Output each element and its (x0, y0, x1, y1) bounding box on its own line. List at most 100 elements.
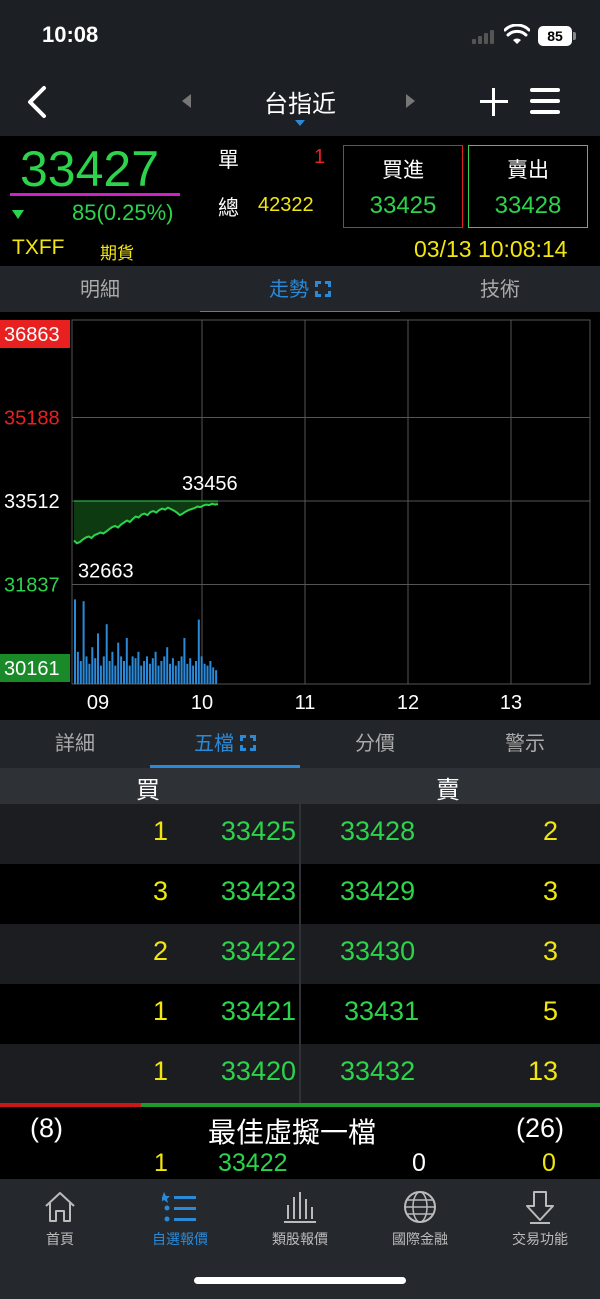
bid-price: 33425 (220, 816, 296, 846)
expand-icon[interactable] (315, 281, 331, 297)
home-indicator (194, 1277, 406, 1284)
volume-bar (108, 661, 111, 684)
tab-watchlist[interactable]: 自選報價 (120, 1189, 240, 1259)
trade-icon (526, 1191, 554, 1224)
page-title[interactable]: 台指近 (220, 84, 380, 119)
total-volume-label: 總 (218, 196, 239, 220)
best-virtual-level: (8) 最佳虛擬一檔 (26) 1 33422 0 0 (0, 1107, 600, 1179)
bid-price: 33422 (220, 936, 296, 966)
title-dropdown-caret-icon[interactable] (295, 120, 305, 126)
battery-icon: 85 (538, 26, 576, 46)
low-label: 32663 (78, 560, 134, 582)
volume-bar (189, 658, 192, 684)
sell-price: 33428 (494, 192, 562, 219)
ask-price: 33429 (340, 876, 416, 906)
tab-details[interactable]: 詳細 (0, 720, 150, 768)
x-axis-label: 11 (295, 692, 316, 714)
x-axis-label: 13 (500, 692, 522, 714)
volume-bar (125, 638, 128, 684)
volume-bar (143, 661, 146, 684)
sell-button[interactable]: 賣出 33428 (468, 145, 588, 228)
buy-button[interactable]: 買進 33425 (343, 145, 463, 228)
buy-label: 買進 (382, 158, 424, 182)
book-tabs: 詳細 五檔 分價 警示 (0, 720, 600, 768)
volume-bar (120, 656, 123, 684)
status-bar: 10:08 85 (0, 0, 600, 70)
tab-international[interactable]: 國際金融 (360, 1189, 480, 1259)
menu-icon[interactable] (530, 88, 560, 114)
chart-tabs: 明細 走勢 技術 (0, 266, 600, 314)
volume-bar (102, 656, 105, 684)
ask-qty: 13 (527, 1056, 558, 1086)
tab-price-volume[interactable]: 分價 (300, 720, 450, 768)
tab-detail[interactable]: 明細 (0, 266, 200, 314)
tab-home[interactable]: 首頁 (0, 1189, 120, 1259)
tab-trend[interactable]: 走勢 (200, 266, 400, 314)
volume-bar (91, 647, 94, 684)
sell-label: 賣出 (507, 158, 549, 182)
bid-qty: 1 (152, 996, 168, 1026)
best-bid-price: 33422 (218, 1149, 288, 1177)
add-icon[interactable] (478, 86, 510, 118)
y-axis-label: 30161 (4, 658, 60, 680)
cellular-signal-icon (472, 30, 494, 44)
tab-trend-label: 走勢 (269, 277, 309, 301)
bid-qty: 1 (152, 816, 168, 846)
volume-bar (88, 663, 91, 684)
back-button[interactable] (22, 84, 52, 120)
tab-five-level[interactable]: 五檔 (150, 720, 300, 768)
sell-total: (26) (516, 1113, 565, 1143)
home-icon (45, 1192, 75, 1222)
volume-bar (137, 651, 140, 684)
volume-bar (148, 663, 151, 684)
volume-bar (192, 665, 195, 684)
volume-bar (79, 661, 82, 684)
total-volume-value: 42322 (258, 194, 314, 216)
down-arrow-icon (12, 210, 24, 219)
volume-bar (111, 651, 114, 684)
expand-icon[interactable] (240, 735, 256, 751)
x-axis-label: 10 (191, 692, 213, 714)
volume-bar (206, 665, 209, 684)
volume-bar (163, 656, 166, 684)
tab-alert[interactable]: 警示 (450, 720, 600, 768)
intraday-chart[interactable]: 36863 35188 33512 31837 30161 09 10 11 12 13 33456… (0, 312, 600, 722)
next-symbol-arrow-icon[interactable] (406, 94, 415, 108)
single-volume-label: 單 (218, 148, 239, 172)
high-label: 33456 (182, 473, 238, 495)
volume-bar (160, 661, 163, 684)
ask-price: 33430 (340, 936, 416, 966)
volume-bar (183, 638, 186, 684)
bid-qty: 3 (152, 876, 168, 906)
x-axis-label: 12 (397, 692, 419, 714)
tab-trade[interactable]: 交易功能 (480, 1189, 600, 1259)
best-ask-qty: 0 (542, 1149, 556, 1177)
volume-bar (200, 656, 203, 684)
ask-price: 33431 (344, 996, 420, 1026)
volume-bar (215, 670, 218, 684)
bid-price: 33420 (220, 1056, 296, 1086)
tab-sector-label: 類股報價 (272, 1232, 328, 1248)
tab-home-label: 首頁 (46, 1232, 74, 1248)
tab-price-volume-label: 分價 (355, 731, 395, 755)
quote-header: 33427 85(0.25%) 單 1 總 42322 買進 33425 賣出 … (0, 136, 600, 266)
order-book-header: 買 賣 (0, 768, 600, 804)
volume-bar (174, 665, 177, 684)
tab-sector[interactable]: 類股報價 (240, 1189, 360, 1259)
volume-bar (186, 663, 189, 684)
buy-total: (8) (30, 1113, 63, 1143)
tab-detail-label: 明細 (80, 277, 120, 301)
volume-bar (151, 658, 154, 684)
volume-bar (117, 642, 120, 684)
best-bid-qty: 1 (154, 1149, 168, 1177)
bid-price: 33423 (220, 876, 296, 906)
sector-chart-icon (284, 1192, 316, 1223)
instrument-type: 期貨 (100, 244, 134, 264)
wifi-icon (504, 24, 530, 44)
prev-symbol-arrow-icon[interactable] (182, 94, 191, 108)
ask-qty: 3 (542, 876, 558, 906)
y-axis-label: 33512 (4, 491, 60, 513)
tab-technical[interactable]: 技術 (400, 266, 600, 314)
volume-bar (169, 663, 171, 684)
buy-header: 買 (136, 776, 160, 804)
